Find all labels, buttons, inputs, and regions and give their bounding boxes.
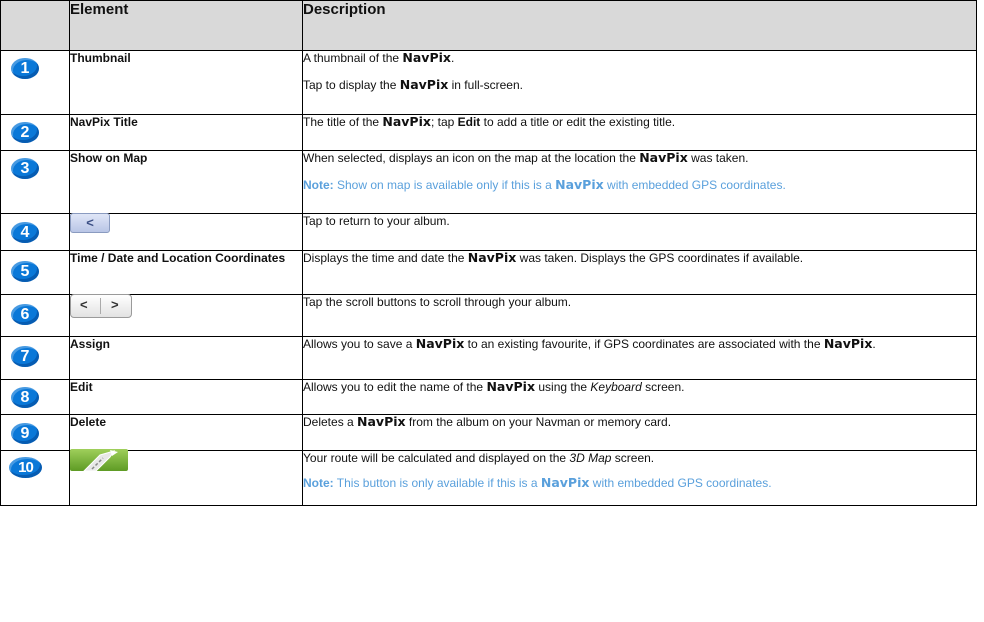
element-description: The title of the NavPix; tap Edit to add… — [302, 114, 977, 151]
element-icon-cell: < > — [69, 294, 303, 337]
table-row: 10 Your route will be calculated and dis… — [0, 449, 977, 506]
scroll-buttons-icon: < > — [70, 294, 132, 318]
scroll-left-icon: < — [80, 297, 88, 312]
number-badge-icon: 8 — [11, 387, 39, 408]
table-row: 7 Assign Allows you to save a NavPix to … — [0, 336, 977, 380]
element-description: Your route will be calculated and displa… — [302, 450, 977, 506]
element-name: NavPix Title — [69, 114, 303, 151]
element-name: Assign — [69, 336, 303, 380]
element-description: When selected, displays an icon on the m… — [302, 150, 977, 214]
element-description: Displays the time and date the NavPix wa… — [302, 250, 977, 295]
number-cell: 9 — [0, 414, 70, 451]
route-road-icon — [70, 449, 128, 471]
number-badge-icon: 4 — [11, 222, 39, 243]
element-name: Show on Map — [69, 150, 303, 214]
number-cell: 8 — [0, 379, 70, 415]
number-cell: 1 — [0, 50, 70, 115]
table-row: 1 Thumbnail A thumbnail of the NavPix. T… — [0, 50, 977, 115]
header-element: Element — [69, 0, 303, 51]
scroll-right-icon: > — [111, 297, 119, 312]
element-description: Tap to return to your album. — [302, 213, 977, 251]
table-row: 8 Edit Allows you to edit the name of th… — [0, 379, 977, 415]
table-row: 4 < Tap to return to your album. — [0, 213, 977, 251]
element-description: Allows you to save a NavPix to an existi… — [302, 336, 977, 380]
number-badge-icon: 7 — [11, 346, 39, 367]
table-row: 5 Time / Date and Location Coordinates D… — [0, 250, 977, 295]
number-cell: 2 — [0, 114, 70, 151]
number-badge-icon: 9 — [11, 423, 39, 444]
elements-table: Element Description 1 Thumbnail A thumbn… — [0, 0, 977, 506]
number-cell: 3 — [0, 150, 70, 214]
element-description: A thumbnail of the NavPix. Tap to displa… — [302, 50, 977, 115]
back-arrow-icon: < — [70, 213, 110, 233]
element-description: Allows you to edit the name of the NavPi… — [302, 379, 977, 415]
header-description: Description — [302, 0, 977, 51]
table-row: 2 NavPix Title The title of the NavPix; … — [0, 114, 977, 151]
number-cell: 4 — [0, 213, 70, 251]
element-icon-cell: < — [69, 213, 303, 251]
number-badge-icon: 6 — [11, 304, 39, 325]
table-row: 3 Show on Map When selected, displays an… — [0, 150, 977, 214]
number-cell: 7 — [0, 336, 70, 380]
table-header-row: Element Description — [0, 0, 977, 51]
element-name: Delete — [69, 414, 303, 451]
element-description: Tap the scroll buttons to scroll through… — [302, 294, 977, 337]
note-text: Note: This button is only available if t… — [303, 475, 772, 491]
element-name: Thumbnail — [69, 50, 303, 115]
element-name: Edit — [69, 379, 303, 415]
header-number-cell — [0, 0, 70, 51]
number-badge-icon: 3 — [11, 158, 39, 179]
number-cell: 6 — [0, 294, 70, 337]
table-row: 9 Delete Deletes a NavPix from the album… — [0, 414, 977, 451]
number-badge-icon: 10 — [9, 457, 42, 478]
element-description: Deletes a NavPix from the album on your … — [302, 414, 977, 451]
number-cell: 10 — [0, 450, 70, 506]
element-icon-cell — [69, 449, 303, 506]
number-cell: 5 — [0, 250, 70, 295]
number-badge-icon: 5 — [11, 261, 39, 282]
number-badge-icon: 1 — [11, 58, 39, 79]
element-name: Time / Date and Location Coordinates — [69, 250, 303, 295]
scroll-divider — [100, 298, 101, 314]
number-badge-icon: 2 — [11, 122, 39, 143]
table-row: 6 < > Tap the scroll buttons to scroll t… — [0, 294, 977, 337]
note-text: Note: Show on map is available only if t… — [303, 177, 786, 193]
